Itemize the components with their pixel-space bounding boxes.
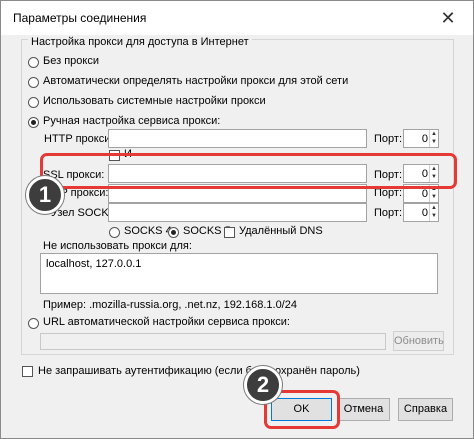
auto-config-url-label: URL автоматической настройки сервиса про… xyxy=(43,316,290,328)
http-proxy-label: HTTP прокси: xyxy=(44,133,114,145)
no-proxy-radio[interactable] xyxy=(28,57,39,68)
http-port-value: 0 xyxy=(421,133,428,145)
close-icon[interactable]: ✕ xyxy=(437,7,459,29)
http-port-stepper[interactable]: 0 ▲ ▼ xyxy=(403,129,439,148)
no-proxy-label: Без прокси xyxy=(43,55,99,67)
no-auth-label: Не запрашивать аутентификацию (если был … xyxy=(38,365,360,377)
window-title: Параметры соединения xyxy=(13,11,147,25)
socks-port-value: 0 xyxy=(421,207,428,219)
socks-port-label: Порт: xyxy=(374,207,402,219)
auto-config-url-radio[interactable] xyxy=(28,318,39,329)
auto-detect-label: Автоматически определять настройки прокс… xyxy=(43,75,349,87)
cancel-button[interactable]: Отмена xyxy=(337,398,390,421)
socks4-radio[interactable] xyxy=(109,227,120,238)
manual-proxy-label: Ручная настройка сервиса прокси: xyxy=(43,115,221,127)
ssl-row-highlight xyxy=(40,153,457,189)
socks-host-input[interactable] xyxy=(108,203,367,222)
spin-arrows-icon[interactable]: ▲ ▼ xyxy=(429,204,438,221)
proxy-group-legend: Настройка прокси для доступа в Интернет xyxy=(28,36,252,48)
ftp-port-value: 0 xyxy=(421,188,428,200)
title-bar: Параметры соединения ✕ xyxy=(1,1,473,35)
remote-dns-label: Удалённый DNS xyxy=(239,225,323,237)
help-button[interactable]: Справка xyxy=(398,398,453,421)
remote-dns-checkbox[interactable] xyxy=(224,227,235,238)
step-2-badge: 2 xyxy=(244,366,282,404)
socks4-label: SOCKS 4 xyxy=(124,225,172,237)
system-proxy-label: Использовать системные настройки прокси xyxy=(43,95,266,107)
http-proxy-input[interactable] xyxy=(108,129,367,148)
no-proxy-for-label: Не использовать прокси для: xyxy=(43,240,192,252)
step-1-badge: 1 xyxy=(26,176,64,214)
auto-detect-radio[interactable] xyxy=(28,77,39,88)
reload-button[interactable]: Обновить xyxy=(393,331,444,351)
socks5-radio[interactable] xyxy=(168,227,179,238)
system-proxy-radio[interactable] xyxy=(28,97,39,108)
socks-port-stepper[interactable]: 0 ▲ ▼ xyxy=(403,203,439,222)
no-proxy-example: Пример: .mozilla-russia.org, .net.nz, 19… xyxy=(43,299,297,311)
manual-proxy-radio[interactable] xyxy=(28,117,39,128)
no-auth-checkbox[interactable] xyxy=(22,366,33,377)
spin-arrows-icon[interactable]: ▲ ▼ xyxy=(429,130,438,147)
http-port-label: Порт: xyxy=(374,133,402,145)
auto-config-url-input[interactable] xyxy=(40,333,386,350)
no-proxy-for-textarea[interactable]: localhost, 127.0.0.1 xyxy=(40,253,438,294)
